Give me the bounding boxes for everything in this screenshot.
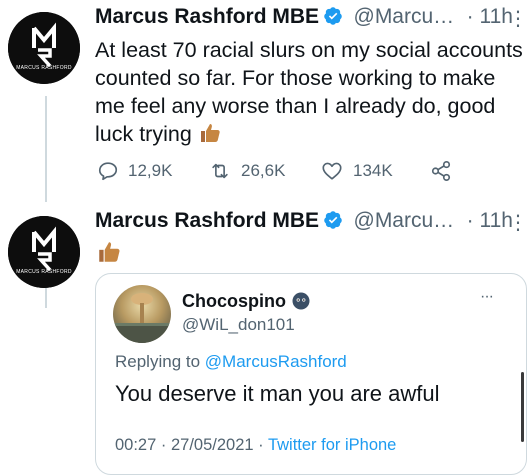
tweet-time[interactable]: · 11h: [467, 5, 513, 28]
author-avatar[interactable]: [8, 216, 80, 288]
quoted-header: Chocospino: [182, 291, 310, 312]
replying-to: Replying to @MarcusRashford: [115, 352, 347, 372]
verified-badge-icon: [324, 211, 342, 229]
tweet-body: At least 70 racial slurs on my social ac…: [95, 38, 523, 146]
like-button[interactable]: 134K: [320, 160, 393, 182]
rashford-logo-icon: [8, 216, 80, 288]
avatar-caption: MARCUS RASHFORD: [16, 269, 72, 275]
retweet-button[interactable]: 26,6K: [208, 160, 285, 182]
like-icon: [322, 162, 342, 180]
quoted-date[interactable]: 27/05/2021: [171, 436, 254, 454]
retweet-icon: [212, 163, 228, 179]
quoted-author-name[interactable]: Chocospino: [182, 291, 286, 311]
tweet-header: Marcus Rashford MBE @Marcu… · 11h: [95, 209, 513, 233]
explosion-photo-icon: [113, 285, 171, 343]
like-count: 134K: [353, 161, 393, 180]
emoji-face-icon: [292, 292, 310, 310]
scrollbar[interactable]: [521, 372, 524, 442]
verified-badge-icon: [324, 7, 342, 25]
author-avatar[interactable]: [8, 12, 80, 84]
reply-button[interactable]: 12,9K: [97, 160, 172, 182]
reply-icon: [98, 162, 118, 181]
thumbs-up-icon: [99, 242, 120, 262]
quoted-author-handle[interactable]: @WiL_don101: [182, 315, 295, 335]
author-name[interactable]: Marcus Rashford MBE: [95, 209, 319, 232]
quoted-author-avatar[interactable]: [113, 285, 171, 343]
more-options-icon[interactable]: ···: [480, 288, 494, 306]
author-handle[interactable]: @Marcu…: [354, 209, 455, 232]
thumbs-up-icon: [200, 124, 220, 142]
tweet-text: At least 70 racial slurs on my social ac…: [95, 36, 525, 148]
tweet-time[interactable]: · 11h: [467, 209, 513, 232]
retweet-count: 26,6K: [241, 161, 286, 180]
tweet-header: Marcus Rashford MBE @Marcu… · 11h: [95, 5, 513, 29]
more-options-icon[interactable]: ⋮: [508, 210, 528, 235]
share-button[interactable]: [430, 160, 452, 182]
reply-count: 12,9K: [128, 161, 173, 180]
thread-line: [45, 288, 47, 308]
quoted-source[interactable]: Twitter for iPhone: [268, 436, 396, 454]
quoted-metadata: 00:27 · 27/05/2021 · Twitter for iPhone: [115, 436, 397, 454]
rashford-logo-icon: [8, 12, 80, 84]
replying-to-handle[interactable]: @MarcusRashford: [205, 352, 347, 371]
author-name[interactable]: Marcus Rashford MBE: [95, 5, 319, 28]
thread-line: [45, 96, 47, 202]
avatar-caption: MARCUS RASHFORD: [16, 65, 72, 71]
replying-to-label: Replying to: [115, 352, 201, 371]
quoted-text: You deserve it man you are awful: [115, 381, 440, 406]
more-options-icon[interactable]: ⋮: [508, 6, 528, 31]
share-icon: [431, 161, 451, 181]
author-handle[interactable]: @Marcu…: [354, 5, 455, 28]
quoted-time[interactable]: 00:27: [115, 436, 156, 454]
